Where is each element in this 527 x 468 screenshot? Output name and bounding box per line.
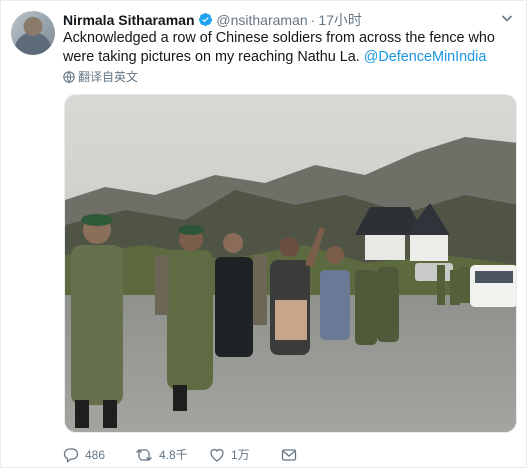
- like-count: 1万: [231, 448, 250, 462]
- reply-count: 486: [85, 448, 106, 462]
- heart-icon: [210, 448, 224, 462]
- tweet-text: Acknowledged a row of Chinese soldiers f…: [63, 29, 513, 67]
- tweet-header: Nirmala Sitharaman @nsitharaman · 17小时: [63, 11, 514, 29]
- tweet-card[interactable]: Nirmala Sitharaman @nsitharaman · 17小时 Ack…: [0, 0, 527, 468]
- author-name[interactable]: Nirmala Sitharaman: [63, 12, 195, 28]
- translate-label: 翻译自英文: [78, 70, 139, 84]
- reply-button[interactable]: 486: [63, 447, 105, 463]
- retweet-count: 4.8千: [159, 448, 188, 462]
- tweet-time[interactable]: 17小时: [318, 12, 362, 28]
- photo-image: [65, 95, 516, 432]
- avatar[interactable]: [11, 11, 55, 55]
- translate-link[interactable]: 翻译自英文: [63, 69, 138, 85]
- tweet-photo[interactable]: [64, 94, 517, 433]
- chevron-down-icon[interactable]: [500, 11, 514, 29]
- reply-icon: [63, 448, 79, 463]
- globe-icon: [63, 71, 75, 83]
- mention-link[interactable]: @DefenceMinIndia: [364, 49, 487, 65]
- like-button[interactable]: 1万: [209, 447, 250, 463]
- retweet-button[interactable]: 4.8千: [135, 447, 188, 463]
- envelope-icon: [281, 449, 297, 461]
- separator-dot: ·: [310, 12, 316, 28]
- retweet-icon: [136, 449, 152, 461]
- direct-message-button[interactable]: [281, 447, 297, 463]
- author-handle[interactable]: @nsitharaman: [216, 12, 307, 28]
- tweet-actions: 486 4.8千 1万: [63, 447, 513, 465]
